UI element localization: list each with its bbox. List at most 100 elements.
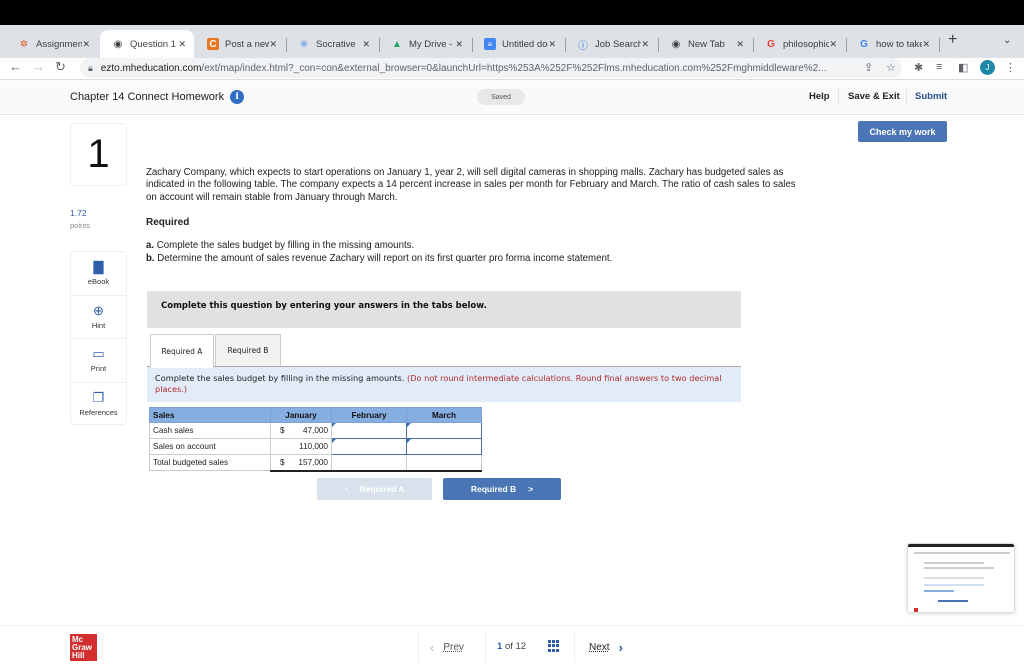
sales-on-account-february-input[interactable] — [332, 439, 406, 454]
close-icon[interactable]: ✕ — [829, 39, 837, 50]
forward-arrow-icon[interactable]: → — [32, 59, 45, 74]
requirement-a: a. Complete the sales budget by filling … — [146, 240, 415, 251]
table-row-sales-on-account: Sales on account 110,000 — [149, 438, 482, 455]
reading-list-icon[interactable]: ≡ — [936, 61, 942, 73]
reload-icon[interactable]: ↻ — [55, 59, 66, 75]
profile-avatar[interactable]: J — [980, 60, 995, 75]
references-button[interactable]: ❐ References — [71, 383, 126, 427]
table-header-row: Sales January February March — [149, 407, 482, 423]
screen-top-bar — [0, 0, 1024, 25]
copies-icon: ❐ — [92, 390, 105, 406]
lifebuoy-icon: ⊕ — [93, 302, 104, 318]
close-icon[interactable]: ✕ — [548, 39, 556, 50]
total-march-cell — [406, 454, 482, 472]
extensions-puzzle-icon[interactable]: ✱ — [914, 61, 923, 74]
chegg-icon: C — [207, 38, 219, 50]
help-link[interactable]: Help — [809, 91, 830, 102]
socrative-icon: ❀ — [299, 38, 309, 50]
google-icon: G — [767, 38, 775, 50]
tab-required-b[interactable]: Required B — [215, 334, 281, 367]
globe-icon: ◉ — [671, 38, 681, 50]
table-row-cash-sales: Cash sales $47,000 — [149, 422, 482, 439]
google-icon: G — [860, 38, 868, 50]
cash-sales-march-input[interactable] — [407, 423, 481, 438]
address-bar[interactable]: 🔒︎ ezto.mheducation.com/ext/map/index.ht… — [80, 58, 902, 78]
browser-tab-new-tab[interactable]: ◉ New Tab ✕ — [658, 30, 752, 58]
drive-icon: ▲ — [392, 38, 402, 50]
close-icon[interactable]: ✕ — [922, 39, 930, 50]
chevron-left-icon: ‹ — [430, 640, 435, 655]
browser-tab-job-search[interactable]: ⓘ Job Search | ✕ — [565, 30, 657, 58]
chevron-right-icon: › — [618, 640, 623, 655]
header-february: February — [331, 407, 407, 423]
chevron-right-icon: > — [528, 484, 534, 494]
next-question-button[interactable]: Next › — [589, 640, 623, 655]
question-number: 1 — [70, 123, 127, 186]
points-label: points — [70, 221, 91, 230]
tabs-instruction: Complete this question by entering your … — [147, 291, 741, 328]
prev-question-button[interactable]: ‹ Prev — [430, 640, 464, 655]
close-icon[interactable]: ✕ — [455, 39, 463, 50]
required-heading: Required — [146, 217, 190, 228]
tab-instruction: Complete the sales budget by filling in … — [147, 367, 741, 402]
browser-tab-how-to-take[interactable]: G how to take ✕ — [846, 30, 938, 58]
check-my-work-button[interactable]: Check my work — [858, 121, 947, 142]
mcgraw-hill-logo: Mc Graw Hill — [70, 634, 97, 661]
table-row-total-budgeted-sales: Total budgeted sales $157,000 — [149, 454, 482, 472]
save-exit-link[interactable]: Save & Exit — [848, 91, 900, 102]
browser-tab-question[interactable]: ◉ Question 1 - ✕ — [100, 30, 194, 58]
print-button[interactable]: ▭ Print — [71, 339, 126, 383]
browser-tab-assignment[interactable]: ✲ Assignment ✕ — [6, 30, 98, 58]
next-required-button[interactable]: Required B > — [443, 478, 561, 500]
assignment-header: Chapter 14 Connect Homework i Saved Help… — [0, 81, 1024, 115]
page-indicator: 1 of 12 — [497, 641, 527, 652]
saved-status-badge: Saved — [477, 89, 525, 105]
footer-divider — [485, 632, 486, 662]
points-value: 1.72 — [70, 208, 87, 218]
close-icon[interactable]: ✕ — [736, 39, 744, 50]
total-february-cell — [331, 454, 407, 472]
browser-menu-icon[interactable]: ⋮ — [1005, 61, 1016, 74]
back-arrow-icon[interactable]: ← — [9, 59, 22, 74]
browser-tab-socrative[interactable]: ❀ Socrative ✕ — [286, 30, 378, 58]
close-icon[interactable]: ✕ — [641, 39, 649, 50]
close-icon[interactable]: ✕ — [269, 39, 277, 50]
chevron-left-icon: < — [344, 484, 350, 494]
header-march: March — [406, 407, 482, 423]
info-icon: ⓘ — [578, 40, 588, 52]
ebook-button[interactable]: ▇ eBook — [71, 252, 126, 296]
close-icon[interactable]: ✕ — [178, 39, 186, 50]
browser-toolbar: ← → ↻ 🔒︎ ezto.mheducation.com/ext/map/in… — [0, 58, 1024, 80]
bookmark-star-icon[interactable]: ☆ — [886, 61, 896, 74]
requirement-b: b. Determine the amount of sales revenue… — [146, 253, 613, 264]
header-sales: Sales — [149, 407, 271, 423]
close-icon[interactable]: ✕ — [362, 39, 370, 50]
hint-button[interactable]: ⊕ Hint — [71, 296, 126, 339]
browser-tab-strip: ✲ Assignment ✕ ◉ Question 1 - ✕ C Post a… — [0, 25, 1024, 58]
prev-required-button[interactable]: < Required A — [317, 478, 432, 500]
sales-on-account-march-input[interactable] — [407, 439, 481, 454]
footer-divider — [418, 632, 419, 662]
printer-icon: ▭ — [92, 346, 105, 362]
submit-link[interactable]: Submit — [915, 91, 947, 102]
docs-icon: ≡ — [484, 38, 496, 50]
share-icon[interactable]: ⇪ — [864, 61, 873, 74]
browser-tab-docs[interactable]: ≡ Untitled doc ✕ — [472, 30, 564, 58]
assignment-title: Chapter 14 Connect Homework i — [70, 90, 245, 104]
info-icon[interactable]: i — [230, 90, 245, 104]
side-panel-icon[interactable]: ◧ — [958, 61, 968, 74]
new-tab-button[interactable]: + — [948, 31, 957, 49]
header-january: January — [270, 407, 332, 423]
tab-search-button[interactable]: ⌄ — [1003, 35, 1011, 46]
page-thumbnail-preview[interactable] — [907, 543, 1015, 613]
lock-icon: 🔒︎ — [88, 62, 93, 73]
browser-tab-drive[interactable]: ▲ My Drive - G ✕ — [379, 30, 471, 58]
tab-required-a[interactable]: Required A — [150, 334, 214, 368]
browser-tab-philosophical[interactable]: G philosophica ✕ — [753, 30, 845, 58]
cash-sales-february-input[interactable] — [332, 423, 406, 438]
footer: Mc Graw Hill ‹ Prev 1 of 12 Next › — [0, 625, 1024, 666]
browser-tab-chegg[interactable]: C Post a new c ✕ — [195, 30, 285, 58]
close-icon[interactable]: ✕ — [82, 39, 90, 50]
header-divider — [838, 89, 839, 105]
question-grid-icon[interactable] — [548, 640, 560, 652]
